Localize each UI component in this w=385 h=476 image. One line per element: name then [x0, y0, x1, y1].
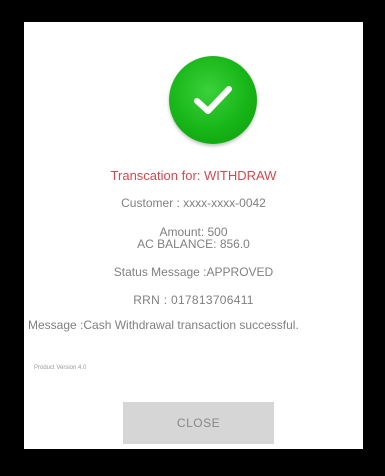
transaction-result-dialog: Transcation for: WITHDRAW Customer : xxx…	[24, 22, 363, 449]
rrn-info: RRN : 017813706411	[133, 293, 254, 307]
close-button[interactable]: CLOSE	[123, 402, 274, 444]
check-icon	[194, 86, 232, 114]
transaction-title: Transcation for: WITHDRAW	[110, 168, 277, 183]
customer-info: Customer : xxxx-xxxx-0042	[121, 196, 266, 210]
product-version: Product Version 4.0	[34, 365, 87, 371]
balance-info: AC BALANCE: 856.0	[137, 237, 250, 251]
screen-frame: Transcation for: WITHDRAW Customer : xxx…	[0, 0, 385, 476]
success-badge	[169, 56, 257, 144]
result-message: Message :Cash Withdrawal transaction suc…	[28, 318, 299, 332]
status-message: Status Message :APPROVED	[113, 265, 274, 279]
